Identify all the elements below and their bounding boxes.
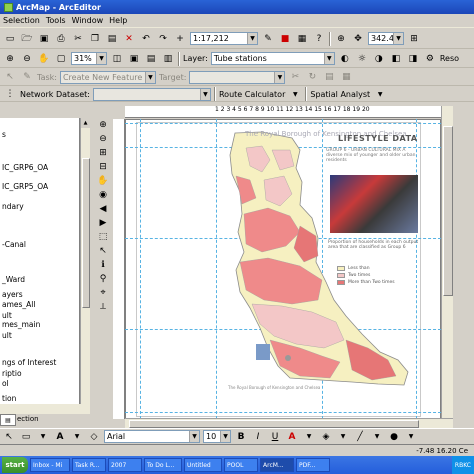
borough-crest-icon <box>256 344 270 360</box>
status-bar: -7.48 16.20 Ce <box>0 444 474 456</box>
taskbar-item-arcmap[interactable]: ArcM... <box>260 458 294 472</box>
legend-swatch <box>337 273 345 278</box>
system-tray[interactable]: RBKC <box>451 456 474 474</box>
layout-vertical-scrollbar[interactable] <box>441 106 453 418</box>
north-arrow-icon <box>285 355 291 361</box>
map-legend[interactable]: Less than Two times More than Two times <box>337 266 395 287</box>
lifestyle-heading[interactable]: LIFESTYLE DATA <box>338 134 418 143</box>
chevron-down-icon[interactable]: ▼ <box>70 430 84 444</box>
font-color-icon[interactable]: A <box>285 430 299 444</box>
layout-horizontal-scrollbar[interactable] <box>125 418 453 428</box>
legend-swatch <box>337 266 345 271</box>
fill-color-icon[interactable]: ◈ <box>319 430 333 444</box>
legend-entry: Less than <box>337 266 395 271</box>
bold-button[interactable]: B <box>234 430 248 444</box>
legend-label: More than Two times <box>348 280 395 285</box>
text-tool-icon[interactable]: A <box>53 430 67 444</box>
taskbar-item[interactable]: PDF... <box>296 458 330 472</box>
font-value: Arial <box>107 432 126 441</box>
legend-entry: More than Two times <box>337 280 395 285</box>
chevron-down-icon[interactable]: ▼ <box>220 431 230 442</box>
taskbar-item[interactable]: Untitled <box>184 458 222 472</box>
chevron-down-icon[interactable]: ▼ <box>370 430 384 444</box>
marker-color-icon[interactable]: ● <box>387 430 401 444</box>
scroll-thumb[interactable] <box>129 420 419 428</box>
select-element-icon[interactable]: ↖ <box>2 430 16 444</box>
chevron-down-icon[interactable]: ▼ <box>302 430 316 444</box>
taskbar-item[interactable]: POOL <box>224 458 258 472</box>
taskbar-item[interactable]: To Do L... <box>144 458 182 472</box>
legend-swatch <box>337 280 345 285</box>
font-combo[interactable]: Arial ▼ <box>104 430 200 443</box>
draw-toolbar: ↖ ▭ ▼ A ▼ ◇ Arial ▼ 10 ▼ B I U A ▼ ◈ ▼ ╱… <box>0 428 474 444</box>
legend-caption[interactable]: Proportion of households in each output … <box>328 240 420 250</box>
right-dock-panel <box>453 106 474 428</box>
font-size-combo[interactable]: 10 ▼ <box>203 430 231 443</box>
tray-label: RBKC <box>454 461 471 469</box>
map-credits[interactable]: The Royal Borough of Kensington and Chel… <box>228 385 408 390</box>
line-color-icon[interactable]: ╱ <box>353 430 367 444</box>
italic-button[interactable]: I <box>251 430 265 444</box>
taskbar-item[interactable]: Inbox - Mi <box>30 458 70 472</box>
scroll-thumb[interactable] <box>443 126 453 296</box>
taskbar-item[interactable]: Task R... <box>72 458 106 472</box>
taskbar-item[interactable]: 2007 <box>108 458 142 472</box>
underline-button[interactable]: U <box>268 430 282 444</box>
edit-vertices-icon[interactable]: ◇ <box>87 430 101 444</box>
chevron-down-icon[interactable]: ▼ <box>36 430 50 444</box>
coordinate-readout: -7.48 16.20 Ce <box>416 446 468 455</box>
chevron-down-icon[interactable]: ▼ <box>404 430 418 444</box>
chevron-down-icon[interactable]: ▼ <box>336 430 350 444</box>
lifestyle-photo[interactable] <box>330 175 418 233</box>
windows-taskbar: start Inbox - Mi Task R... 2007 To Do L.… <box>0 456 474 474</box>
lifestyle-subtitle[interactable]: GROUP 6 - URBAN CULTURAL MIX A diverse m… <box>326 148 416 163</box>
legend-label: Two times <box>348 273 371 278</box>
legend-label: Less than <box>348 266 370 271</box>
rectangle-tool-icon[interactable]: ▭ <box>19 430 33 444</box>
borough-map[interactable] <box>0 0 474 474</box>
legend-entry: Two times <box>337 273 395 278</box>
chevron-down-icon[interactable]: ▼ <box>189 431 199 442</box>
font-size-value: 10 <box>206 432 217 441</box>
start-button[interactable]: start <box>2 457 28 473</box>
